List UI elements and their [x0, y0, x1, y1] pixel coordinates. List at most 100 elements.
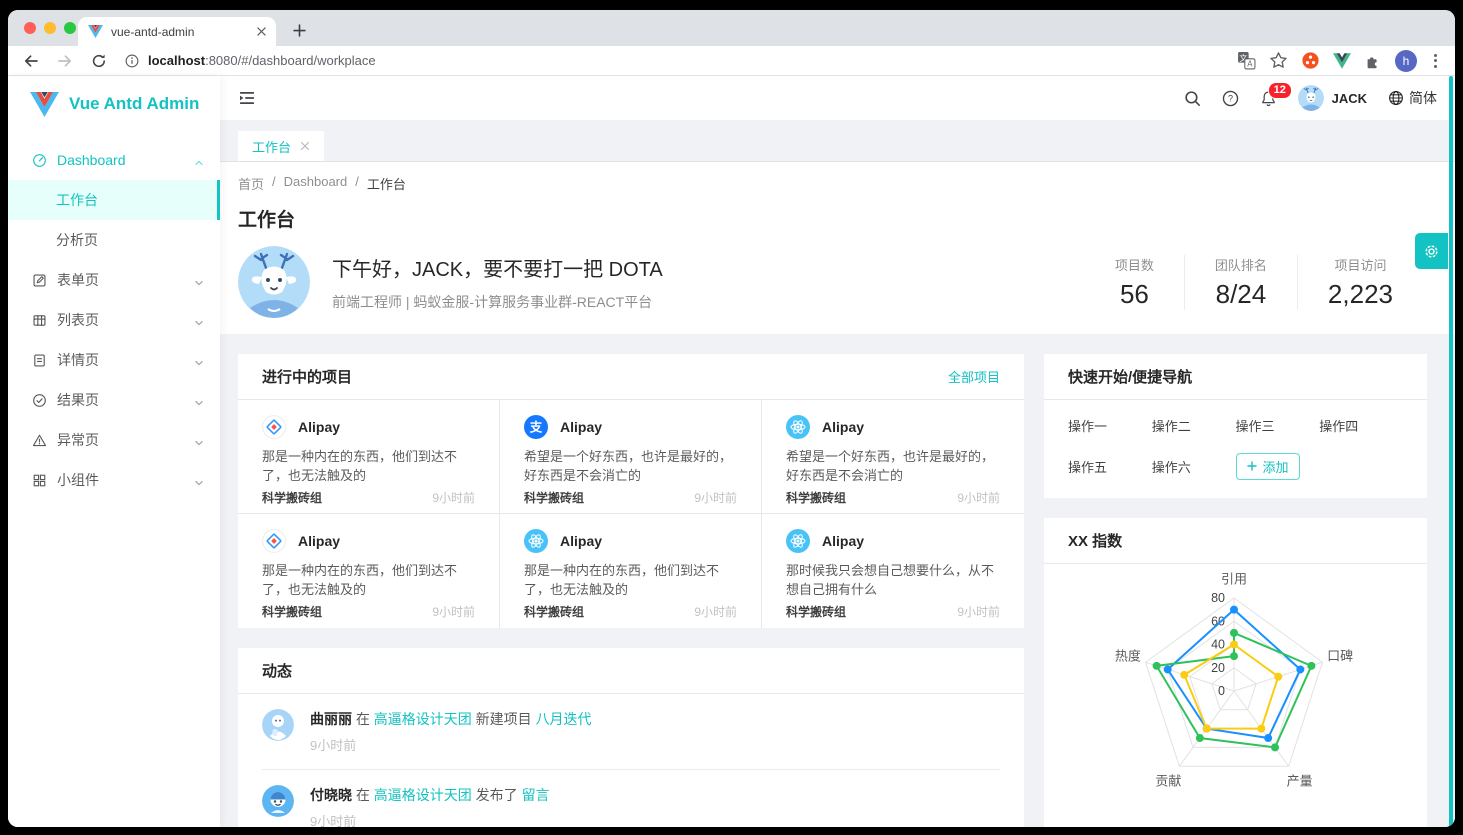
sidebar-item-3[interactable]: 分析页	[8, 220, 220, 260]
chrome-profile-avatar[interactable]: h	[1395, 50, 1417, 72]
activity-link[interactable]: 高逼格设计天团	[374, 787, 476, 803]
chevron-down-icon	[194, 275, 204, 285]
project-group-link[interactable]: 科学搬砖组	[524, 603, 584, 620]
project-name[interactable]: Alipay	[560, 419, 602, 435]
radar-point-b	[1307, 662, 1315, 670]
project-group-link[interactable]: 科学搬砖组	[786, 603, 846, 620]
radar-tick-label: 0	[1218, 684, 1225, 698]
browser-tab[interactable]: vue-antd-admin	[78, 17, 276, 46]
notification-bell-icon[interactable]: 12	[1260, 90, 1277, 107]
project-card[interactable]: Alipay那是一种内在的东西，他们到达不了，也无法触及的科学搬砖组9小时前	[500, 514, 762, 628]
activity-user[interactable]: 付晓晓	[310, 787, 356, 803]
project-group-link[interactable]: 科学搬砖组	[262, 489, 322, 506]
quick-nav-link[interactable]: 操作二	[1152, 416, 1236, 435]
site-info-icon[interactable]	[124, 53, 140, 69]
legend-item-b[interactable]: b	[1224, 825, 1248, 827]
stat-block: 项目数56	[1085, 255, 1184, 310]
language-switcher[interactable]: 简体	[1388, 88, 1437, 108]
bookmark-star-icon[interactable]	[1269, 51, 1288, 70]
app-logo[interactable]: Vue Antd Admin	[8, 76, 220, 132]
project-name[interactable]: Alipay	[298, 533, 340, 549]
project-name[interactable]: Alipay	[822, 533, 864, 549]
minimize-window-button[interactable]	[44, 22, 56, 34]
chevron-up-icon	[194, 155, 204, 165]
page-scroll-area[interactable]: 首页/Dashboard/工作台 工作台 下午好，JACK，要不要打一把 DOT…	[220, 162, 1455, 827]
sidebar-item-5[interactable]: 列表页	[8, 300, 220, 340]
url-field[interactable]: localhost:8080/#/dashboard/workplace	[124, 53, 1221, 69]
sidebar-item-7[interactable]: 结果页	[8, 380, 220, 420]
forward-icon[interactable]	[56, 52, 74, 70]
vue-devtools-icon[interactable]	[1333, 53, 1351, 69]
project-card[interactable]: 支Alipay希望是一个好东西，也许是最好的，好东西是不会消亡的科学搬砖组9小时…	[500, 400, 762, 514]
user-menu[interactable]: JACK	[1298, 85, 1367, 111]
project-group-link[interactable]: 科学搬砖组	[786, 489, 846, 506]
browser-tabbar: vue-antd-admin	[8, 10, 1455, 46]
breadcrumb-item[interactable]: Dashboard	[284, 174, 348, 193]
activity-link[interactable]: 留言	[522, 787, 550, 803]
sidebar-item-2[interactable]: 工作台	[8, 180, 220, 220]
projects-title: 进行中的项目	[262, 366, 352, 387]
project-description: 那是一种内在的东西，他们到达不了，也无法触及的	[524, 561, 737, 599]
new-tab-button[interactable]	[288, 19, 310, 41]
scrollbar-thumb[interactable]	[1449, 76, 1453, 827]
sidebar-item-label: 详情页	[57, 350, 184, 370]
extension-orange-icon[interactable]	[1301, 51, 1320, 70]
deer-avatar	[238, 246, 310, 318]
chevron-down-icon	[194, 315, 204, 325]
app-header: ? 12 JACK 简体	[220, 76, 1455, 120]
stat-block: 团队排名8/24	[1184, 255, 1297, 310]
back-icon[interactable]	[22, 52, 40, 70]
reload-icon[interactable]	[90, 52, 108, 70]
quick-nav-link[interactable]: 操作五	[1068, 457, 1152, 476]
project-name[interactable]: Alipay	[822, 419, 864, 435]
sidebar-item-1[interactable]: Dashboard	[8, 140, 220, 180]
project-card[interactable]: Alipay那是一种内在的东西，他们到达不了，也无法触及的科学搬砖组9小时前	[238, 514, 500, 628]
project-name[interactable]: Alipay	[560, 533, 602, 549]
stat-label: 团队排名	[1215, 255, 1267, 274]
tab-close-icon[interactable]	[257, 27, 266, 36]
project-card-top: Alipay	[262, 529, 475, 553]
sidebar-item-6[interactable]: 详情页	[8, 340, 220, 380]
legend-item-a[interactable]: a	[1174, 825, 1198, 827]
project-group-link[interactable]: 科学搬砖组	[524, 489, 584, 506]
breadcrumb-item[interactable]: 首页	[238, 174, 264, 193]
project-updated-time: 9小时前	[957, 489, 1000, 506]
menu-fold-icon[interactable]	[238, 89, 256, 107]
activity-word: 发布了	[476, 787, 522, 803]
page-tab-close-icon[interactable]	[300, 141, 310, 151]
radar-point-c	[1230, 641, 1238, 649]
close-window-button[interactable]	[24, 22, 36, 34]
project-description: 希望是一个好东西，也许是最好的，好东西是不会消亡的	[786, 447, 1000, 485]
translate-icon[interactable]: 文A	[1237, 51, 1256, 70]
radar-point-c	[1257, 725, 1265, 733]
project-group-link[interactable]: 科学搬砖组	[262, 603, 322, 620]
search-icon[interactable]	[1184, 90, 1201, 107]
sidebar-item-9[interactable]: 小组件	[8, 460, 220, 500]
activity-user[interactable]: 曲丽丽	[310, 711, 356, 727]
quick-nav-link[interactable]: 操作三	[1236, 416, 1320, 435]
extensions-puzzle-icon[interactable]	[1364, 52, 1382, 70]
project-name[interactable]: Alipay	[298, 419, 340, 435]
activity-link[interactable]: 高逼格设计天团	[374, 711, 476, 727]
activity-link[interactable]: 八月迭代	[536, 711, 592, 727]
page-tab-workplace[interactable]: 工作台	[238, 131, 324, 161]
plus-icon	[1247, 459, 1257, 474]
all-projects-link[interactable]: 全部项目	[948, 367, 1000, 386]
chrome-menu-icon[interactable]	[1430, 54, 1441, 68]
project-card[interactable]: Alipay那是一种内在的东西，他们到达不了，也无法触及的科学搬砖组9小时前	[238, 400, 500, 514]
quick-nav-link[interactable]: 操作四	[1319, 416, 1403, 435]
help-icon[interactable]: ?	[1222, 90, 1239, 107]
settings-gear-button[interactable]	[1415, 233, 1448, 269]
sidebar-item-4[interactable]: 表单页	[8, 260, 220, 300]
exception-icon	[32, 433, 47, 448]
zoom-window-button[interactable]	[64, 22, 76, 34]
project-card[interactable]: Alipay 希望是一个好东西，也许是最好的，好东西是不会消亡的科学搬砖组 9小时前	[762, 400, 1024, 514]
add-quick-nav-button[interactable]: 添加	[1236, 453, 1300, 480]
page-tabs: 工作台	[220, 120, 1455, 162]
sidebar-item-8[interactable]: 异常页	[8, 420, 220, 460]
quick-nav-link[interactable]: 操作六	[1152, 457, 1236, 476]
radar-point-a	[1296, 665, 1304, 673]
legend-item-c[interactable]: c	[1274, 825, 1298, 827]
quick-nav-link[interactable]: 操作一	[1068, 416, 1152, 435]
project-card[interactable]: Alipay那时候我只会想自己想要什么，从不想自己拥有什么科学搬砖组9小时前	[762, 514, 1024, 628]
